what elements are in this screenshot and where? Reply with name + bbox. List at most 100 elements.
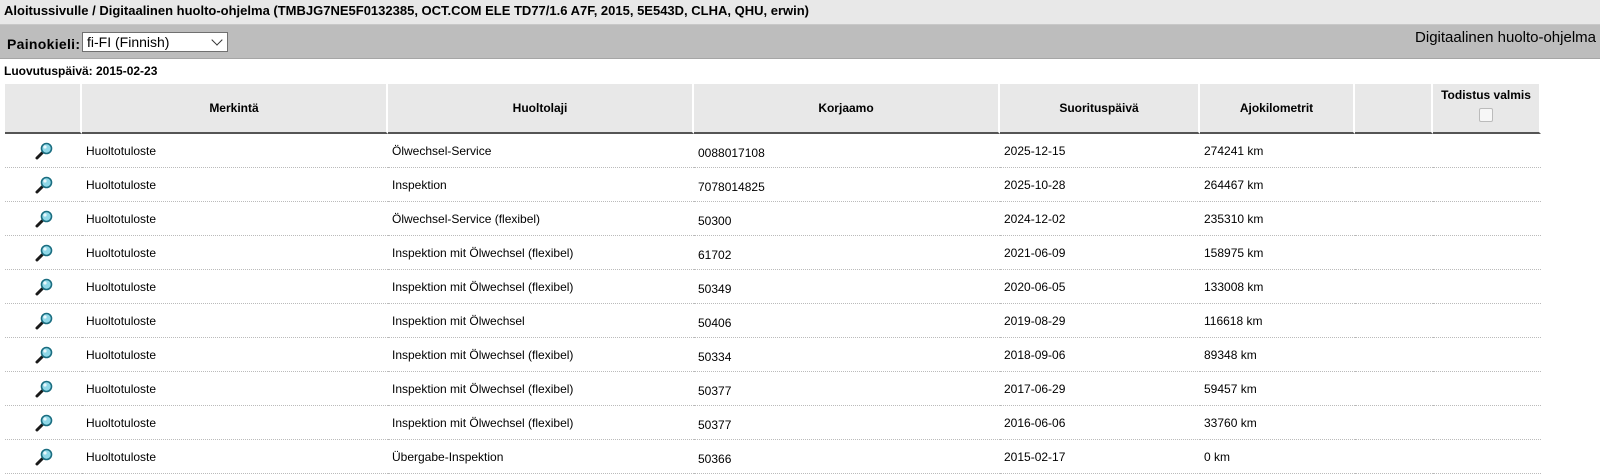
chevron-down-icon [211,34,223,46]
row-view-cell [5,406,82,440]
cell-workshop: 61702 [694,236,1000,270]
cell-date: 2025-12-15 [1000,134,1200,168]
cell-spacer [1541,406,1570,440]
cell-certificate [1433,236,1541,270]
language-selected-value: fi-FI (Finnish) [87,34,170,50]
table-row: Huoltotuloste Inspektion mit Ölwechsel (f… [5,270,1570,304]
cell-workshop: 50366 [694,440,1000,474]
cell-marking: Huoltotuloste [82,270,388,304]
table-row: Huoltotuloste Inspektion mit Ölwechsel 504… [5,304,1570,338]
cell-service-type: Inspektion mit Ölwechsel [388,304,694,338]
cell-marking: Huoltotuloste [82,202,388,236]
header-service-type: Huoltolaji [388,84,694,134]
magnifier-icon[interactable] [34,175,54,195]
cell-spacer [1541,236,1570,270]
cell-mileage: 59457 km [1200,372,1355,406]
cell-date: 2024-12-02 [1000,202,1200,236]
cell-certificate [1433,270,1541,304]
cell-certificate [1433,372,1541,406]
cell-marking: Huoltotuloste [82,372,388,406]
cell-service-type: Inspektion mit Ölwechsel (flexibel) [388,406,694,440]
header-certificate-label: Todistus valmis [1441,88,1531,102]
cell-date: 2017-06-29 [1000,372,1200,406]
row-view-cell [5,134,82,168]
table-body: Huoltotuloste Ölwechsel-Service 0088017108… [5,134,1570,474]
row-view-cell [5,304,82,338]
cell-workshop: 50377 [694,372,1000,406]
table-row: Huoltotuloste Inspektion mit Ölwechsel (f… [5,338,1570,372]
cell-marking: Huoltotuloste [82,406,388,440]
cell-blank [1355,304,1433,338]
delivery-date: Luovutuspäivä: 2015-02-23 [4,64,158,78]
cell-blank [1355,270,1433,304]
cell-certificate [1433,406,1541,440]
magnifier-icon[interactable] [34,243,54,263]
cell-mileage: 274241 km [1200,134,1355,168]
row-view-cell [5,372,82,406]
cell-spacer [1541,338,1570,372]
table-row: Huoltotuloste Inspektion mit Ölwechsel (f… [5,406,1570,440]
cell-marking: Huoltotuloste [82,236,388,270]
table-row: Huoltotuloste Übergabe-Inspektion 50366 201… [5,440,1570,474]
row-view-cell [5,236,82,270]
cell-blank [1355,406,1433,440]
cell-workshop: 50377 [694,406,1000,440]
header-date: Suorituspäivä [1000,84,1200,134]
cell-blank [1355,440,1433,474]
magnifier-icon[interactable] [34,413,54,433]
app-title: Digitaalinen huolto-ohjelma [1415,29,1596,46]
cell-blank [1355,202,1433,236]
certificate-checkbox[interactable] [1479,108,1493,122]
table-row: Huoltotuloste Inspektion mit Ölwechsel (f… [5,236,1570,270]
cell-spacer [1541,304,1570,338]
header-marking: Merkintä [82,84,388,134]
cell-service-type: Inspektion mit Ölwechsel (flexibel) [388,338,694,372]
cell-spacer [1541,270,1570,304]
cell-marking: Huoltotuloste [82,304,388,338]
cell-date: 2016-06-06 [1000,406,1200,440]
row-view-cell [5,270,82,304]
header-certificate: Todistus valmis [1433,84,1541,134]
cell-certificate [1433,168,1541,202]
cell-service-type: Übergabe-Inspektion [388,440,694,474]
cell-mileage: 264467 km [1200,168,1355,202]
magnifier-icon[interactable] [34,141,54,161]
cell-mileage: 133008 km [1200,270,1355,304]
cell-spacer [1541,168,1570,202]
language-select[interactable]: fi-FI (Finnish) [82,32,228,52]
cell-service-type: Inspektion [388,168,694,202]
cell-service-type: Ölwechsel-Service (flexibel) [388,202,694,236]
table-row: Huoltotuloste Ölwechsel-Service (flexibel… [5,202,1570,236]
cell-mileage: 33760 km [1200,406,1355,440]
table-header-row: Merkintä Huoltolaji Korjaamo Suorituspäi… [5,84,1570,134]
cell-workshop: 0088017108 [694,134,1000,168]
cell-blank [1355,236,1433,270]
cell-workshop: 7078014825 [694,168,1000,202]
magnifier-icon[interactable] [34,277,54,297]
breadcrumb[interactable]: Aloitussivulle / Digitaalinen huolto-ohj… [0,0,1600,25]
cell-workshop: 50349 [694,270,1000,304]
row-view-cell [5,168,82,202]
cell-certificate [1433,202,1541,236]
cell-service-type: Inspektion mit Ölwechsel (flexibel) [388,372,694,406]
cell-certificate [1433,338,1541,372]
magnifier-icon[interactable] [34,379,54,399]
header-mileage: Ajokilometrit [1200,84,1355,134]
cell-certificate [1433,304,1541,338]
row-view-cell [5,202,82,236]
language-label: Painokieli: [7,36,81,52]
magnifier-icon[interactable] [34,345,54,365]
cell-service-type: Inspektion mit Ölwechsel (flexibel) [388,236,694,270]
cell-spacer [1541,202,1570,236]
magnifier-icon[interactable] [34,209,54,229]
cell-date: 2015-02-17 [1000,440,1200,474]
cell-date: 2025-10-28 [1000,168,1200,202]
table-row: Huoltotuloste Ölwechsel-Service 0088017108… [5,134,1570,168]
cell-spacer [1541,134,1570,168]
cell-certificate [1433,440,1541,474]
header-blank [1355,84,1433,134]
magnifier-icon[interactable] [34,447,54,467]
cell-mileage: 89348 km [1200,338,1355,372]
magnifier-icon[interactable] [34,311,54,331]
cell-marking: Huoltotuloste [82,440,388,474]
